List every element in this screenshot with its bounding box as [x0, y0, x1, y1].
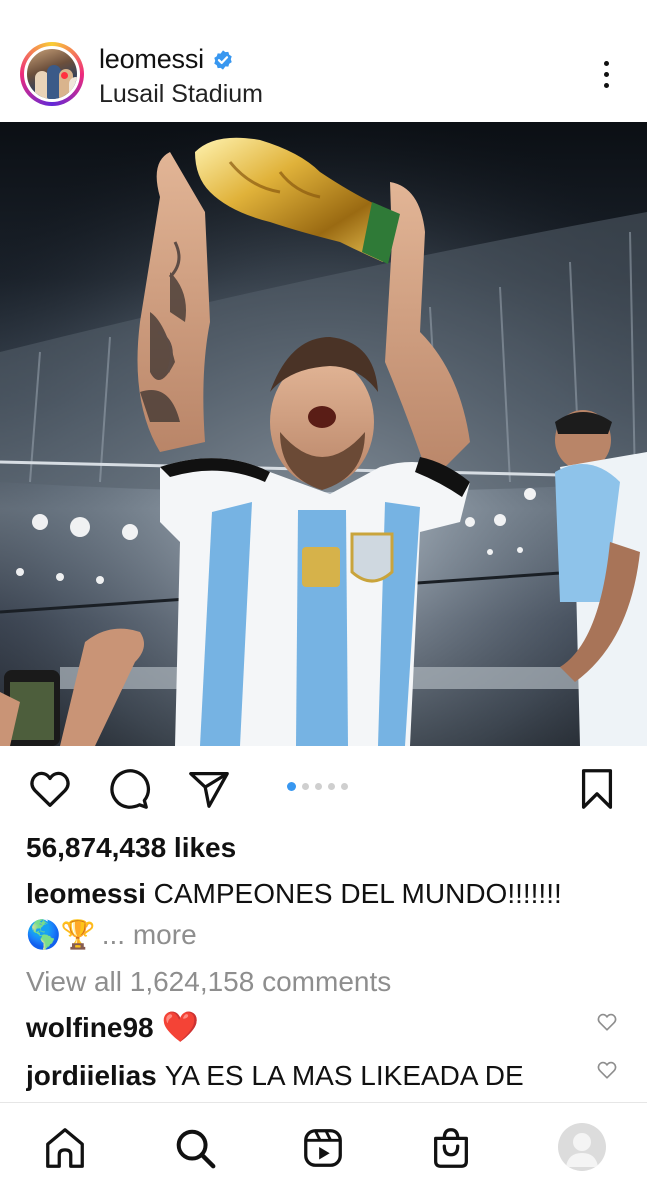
more-options-icon[interactable] [596, 58, 616, 92]
search-icon[interactable] [172, 1125, 218, 1171]
caption-continued: 🌎🏆 ... more [26, 918, 197, 951]
photo-illustration [0, 122, 647, 746]
home-icon[interactable] [42, 1125, 88, 1171]
save-icon[interactable] [574, 766, 620, 812]
share-icon[interactable] [186, 766, 232, 812]
caption-text: CAMPEONES DEL MUNDO!!!!!!! [153, 878, 562, 909]
profile-icon[interactable] [558, 1123, 606, 1171]
comment-text: ❤️ [161, 1010, 199, 1045]
shop-icon[interactable] [428, 1125, 474, 1171]
username[interactable]: leomessi [99, 44, 204, 75]
reels-icon[interactable] [300, 1125, 346, 1171]
caption: leomessi CAMPEONES DEL MUNDO!!!!!!! [26, 876, 626, 912]
comment-row: wolfine98 ❤️ [26, 1010, 626, 1045]
comment-icon[interactable] [106, 766, 152, 812]
view-all-comments-link[interactable]: View all 1,624,158 comments [26, 966, 391, 998]
bottom-navigation [0, 1102, 647, 1200]
carousel-dot[interactable] [315, 783, 322, 790]
likes-count[interactable]: 56,874,438 likes [26, 832, 236, 864]
post-photo[interactable] [0, 122, 647, 746]
carousel-dot[interactable] [341, 783, 348, 790]
caption-username[interactable]: leomessi [26, 878, 146, 909]
caption-emoji: 🌎🏆 [26, 918, 96, 951]
story-ring[interactable] [20, 42, 84, 106]
comment-username[interactable]: wolfine98 [26, 1012, 154, 1044]
caption-more-link[interactable]: ... more [102, 919, 197, 951]
carousel-dot-active[interactable] [287, 782, 296, 791]
post-header: leomessi Lusail Stadium [0, 0, 647, 122]
comment-like-icon[interactable] [596, 1011, 618, 1033]
comment-row: jordiielias YA ES LA MAS LIKEADA DE [26, 1060, 626, 1092]
carousel-indicator [287, 782, 348, 791]
notification-dot [61, 72, 68, 79]
user-avatar[interactable] [24, 46, 80, 102]
verified-badge-icon [214, 49, 232, 70]
comment-like-icon[interactable] [596, 1059, 618, 1081]
carousel-dot[interactable] [328, 783, 335, 790]
comment-username[interactable]: jordiielias [26, 1060, 157, 1092]
carousel-dot[interactable] [302, 783, 309, 790]
profile-placeholder-icon [566, 1133, 598, 1167]
post-location[interactable]: Lusail Stadium [99, 80, 263, 109]
comment-text: YA ES LA MAS LIKEADA DE [164, 1060, 524, 1091]
like-icon[interactable] [27, 766, 73, 812]
